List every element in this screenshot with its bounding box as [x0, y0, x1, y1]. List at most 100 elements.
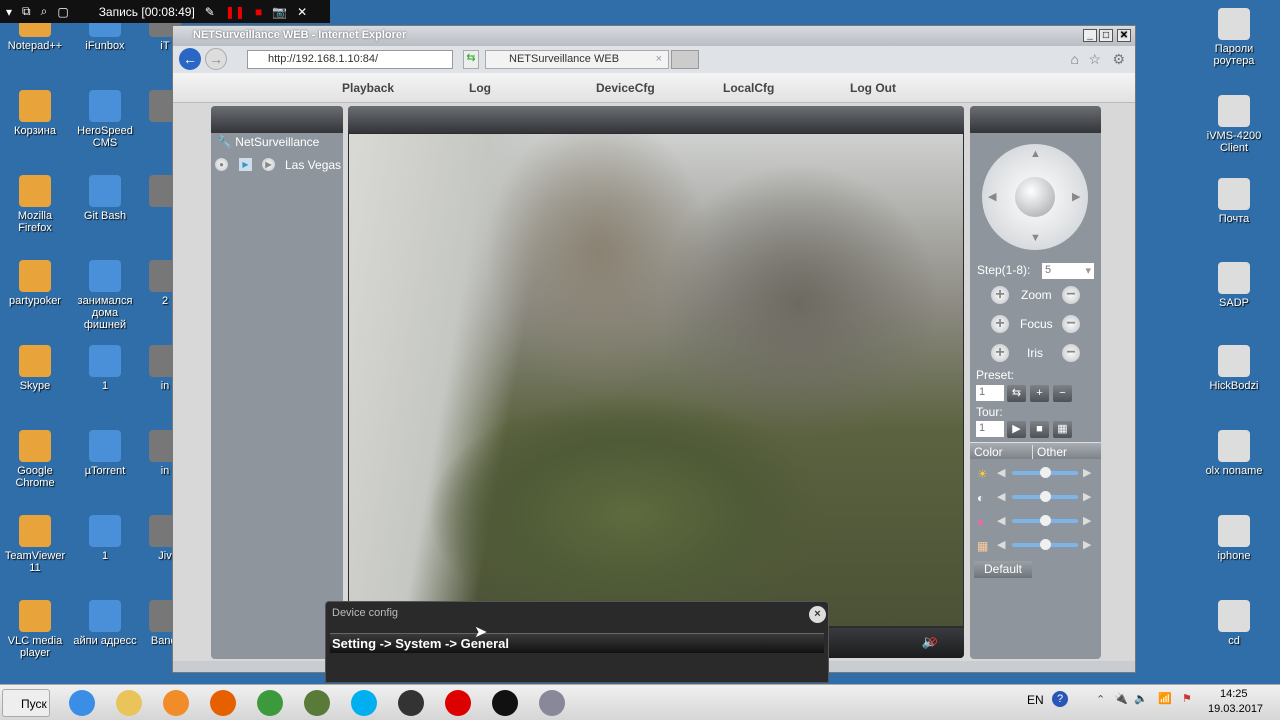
camera-icon[interactable]: 📷: [272, 5, 287, 19]
desktop-icon[interactable]: iphone: [1199, 515, 1269, 562]
focus-out-button[interactable]: −: [1062, 315, 1080, 333]
desktop-icon[interactable]: Skype: [0, 345, 70, 392]
slider-handle[interactable]: [1040, 515, 1051, 526]
desktop-icon[interactable]: VLC media player: [0, 600, 70, 659]
network-icon[interactable]: 📶: [1158, 692, 1172, 705]
preset-goto-button[interactable]: ⇆: [1007, 385, 1026, 402]
menu-playback[interactable]: Playback: [342, 81, 394, 95]
tour-play-button[interactable]: ▶: [1007, 421, 1026, 438]
pause-icon[interactable]: ❚❚: [225, 5, 245, 19]
close-button[interactable]: ✕: [1117, 29, 1131, 42]
menu-localcfg[interactable]: LocalCfg: [723, 81, 774, 95]
left-arrow-icon[interactable]: ◀: [988, 190, 996, 203]
favorites-icon[interactable]: ☆: [1088, 51, 1101, 68]
back-button[interactable]: ←: [179, 48, 201, 70]
cmd-taskbar[interactable]: [486, 689, 524, 717]
start-button[interactable]: Пуск: [2, 689, 50, 717]
forward-button[interactable]: →: [205, 48, 227, 70]
saturation-decrease-button[interactable]: ◀: [997, 514, 1005, 527]
address-bar[interactable]: http://192.168.1.10:84/: [247, 50, 453, 69]
contrast-slider[interactable]: [1012, 491, 1078, 502]
iris-close-button[interactable]: −: [1062, 344, 1080, 362]
hue-decrease-button[interactable]: ◀: [997, 538, 1005, 551]
default-button[interactable]: Default: [974, 561, 1032, 578]
slider-handle[interactable]: [1040, 539, 1051, 550]
desktop-icon[interactable]: Mozilla Firefox: [0, 175, 70, 234]
firefox-taskbar[interactable]: [204, 689, 242, 717]
desktop-icon[interactable]: Google Chrome: [0, 430, 70, 489]
brightness-slider[interactable]: [1012, 467, 1078, 478]
stop-icon[interactable]: ■: [255, 5, 262, 19]
desktop-icon[interactable]: partypoker: [0, 260, 70, 307]
desktop-icon[interactable]: Корзина: [0, 90, 70, 137]
desktop-icon[interactable]: olx noname: [1199, 430, 1269, 477]
dropdown-icon[interactable]: ▾: [6, 5, 12, 19]
ptz-center-button[interactable]: [1015, 177, 1055, 217]
focus-in-button[interactable]: +: [991, 315, 1009, 333]
home-icon[interactable]: ⌂: [1071, 51, 1079, 67]
desktop-icon[interactable]: iVMS-4200 Client: [1199, 95, 1269, 154]
desktop-icon[interactable]: Почта: [1199, 178, 1269, 225]
slider-handle[interactable]: [1040, 491, 1051, 502]
dialog-close-button[interactable]: ×: [809, 606, 826, 623]
iris-open-button[interactable]: +: [991, 344, 1009, 362]
ptz-direction-pad[interactable]: ▲ ▼ ◀ ▶: [982, 144, 1088, 250]
brightness-decrease-button[interactable]: ◀: [997, 466, 1005, 479]
tour-stop-button[interactable]: ■: [1030, 421, 1049, 438]
saturation-increase-button[interactable]: ▶: [1083, 514, 1091, 527]
pen-icon[interactable]: ✎: [205, 5, 215, 19]
mute-icon[interactable]: ⊘: [928, 634, 938, 648]
desktop-icon[interactable]: Пароли роутера: [1199, 8, 1269, 67]
desktop-icon[interactable]: SADP: [1199, 262, 1269, 309]
new-tab-button[interactable]: [671, 50, 699, 69]
minimize-button[interactable]: _: [1083, 29, 1097, 42]
tab-other[interactable]: Other: [1032, 445, 1067, 459]
zoom-in-button[interactable]: +: [991, 286, 1009, 304]
media-player-taskbar[interactable]: [157, 689, 195, 717]
tab-netsurveillance[interactable]: NETSurveillance WEB ×: [485, 50, 669, 69]
zoom-out-button[interactable]: −: [1062, 286, 1080, 304]
play-icon[interactable]: ▶: [262, 158, 275, 171]
down-arrow-icon[interactable]: ▼: [1030, 232, 1041, 244]
menu-devicecfg[interactable]: DeviceCfg: [596, 81, 655, 95]
chrome-taskbar[interactable]: [251, 689, 289, 717]
preset-remove-button[interactable]: −: [1053, 385, 1072, 402]
window-icon[interactable]: ⧉: [22, 4, 31, 19]
menu-log[interactable]: Log: [469, 81, 491, 95]
saturation-slider[interactable]: [1012, 515, 1078, 526]
close-icon[interactable]: ✕: [297, 5, 307, 19]
desktop-icon[interactable]: TeamViewer 11: [0, 515, 70, 574]
ie-taskbar[interactable]: [63, 689, 101, 717]
search-icon[interactable]: ⌕: [41, 4, 48, 19]
skype-taskbar[interactable]: [345, 689, 383, 717]
gear-icon[interactable]: ⚙: [1112, 51, 1125, 68]
volume-icon[interactable]: 🔈: [1134, 692, 1148, 705]
brightness-increase-button[interactable]: ▶: [1083, 466, 1091, 479]
tab-color[interactable]: Color: [974, 445, 1003, 459]
desktop-icon[interactable]: HickBodzi: [1199, 345, 1269, 392]
tree-root[interactable]: 🔧 NetSurveillance: [217, 135, 319, 149]
record-icon[interactable]: ●: [215, 158, 228, 171]
tree-device[interactable]: Las Vegas: [285, 158, 341, 172]
tour-input[interactable]: 1: [976, 421, 1004, 437]
clock-time[interactable]: 14:25: [1220, 688, 1248, 700]
explorer-taskbar[interactable]: [110, 689, 148, 717]
up-arrow-icon[interactable]: ▲: [1030, 148, 1041, 160]
network-app-taskbar[interactable]: [533, 689, 571, 717]
jivo-taskbar[interactable]: [392, 689, 430, 717]
step-select[interactable]: 5 ▾: [1042, 263, 1094, 279]
refresh-button[interactable]: ⇆: [463, 50, 479, 69]
preset-add-button[interactable]: +: [1030, 385, 1049, 402]
hue-slider[interactable]: [1012, 539, 1078, 550]
camera-feed[interactable]: [349, 134, 963, 626]
maximize-button[interactable]: □: [1099, 29, 1113, 42]
hue-increase-button[interactable]: ▶: [1083, 538, 1091, 551]
right-arrow-icon[interactable]: ▶: [1072, 190, 1080, 203]
recorder-taskbar[interactable]: [439, 689, 477, 717]
app-taskbar[interactable]: [298, 689, 336, 717]
preset-input[interactable]: 1: [976, 385, 1004, 401]
desktop-icon[interactable]: cd: [1199, 600, 1269, 647]
contrast-decrease-button[interactable]: ◀: [997, 490, 1005, 503]
action-center-icon[interactable]: ⚑: [1182, 692, 1192, 705]
language-indicator[interactable]: EN: [1027, 693, 1044, 707]
